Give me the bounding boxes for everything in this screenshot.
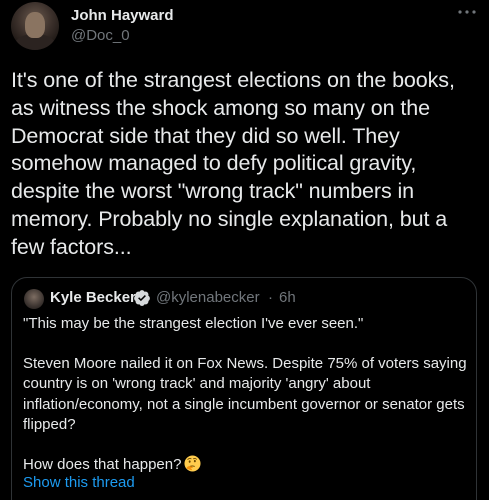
author-handle[interactable]: @Doc_0 [71, 27, 130, 44]
quoted-tweet-time[interactable]: 6h [279, 289, 296, 306]
quoted-paragraph: "This may be the strangest election I've… [23, 315, 364, 332]
quoted-author-avatar[interactable] [24, 289, 44, 309]
verified-badge-icon [133, 289, 151, 307]
quoted-paragraph: Steven Moore nailed it on Fox News. Desp… [23, 355, 467, 433]
more-dots-icon[interactable] [456, 6, 478, 18]
quoted-tweet-body: "This may be the strangest election I've… [23, 314, 468, 495]
quoted-paragraph-text: How does that happen? [23, 456, 182, 474]
quoted-paragraph-last: How does that happen? [23, 455, 468, 475]
quoted-author-handle[interactable]: @kylenabecker [156, 289, 260, 306]
tweet-text: It's one of the strangest elections on t… [11, 68, 455, 259]
thinking-face-emoji [184, 455, 201, 472]
meta-separator: · [268, 289, 273, 306]
author-display-name[interactable]: John Hayward [71, 7, 174, 24]
show-thread-link[interactable]: Show this thread [23, 474, 135, 491]
avatar-face [25, 12, 45, 38]
quoted-author-display-name[interactable]: Kyle Becker [50, 289, 136, 306]
quoted-tweet-card[interactable]: Kyle Becker @kylenabecker · 6h "This may… [11, 277, 477, 500]
tweet: John Hayward @Doc_0 It's one of the stra… [0, 0, 489, 500]
author-avatar[interactable] [11, 2, 59, 50]
